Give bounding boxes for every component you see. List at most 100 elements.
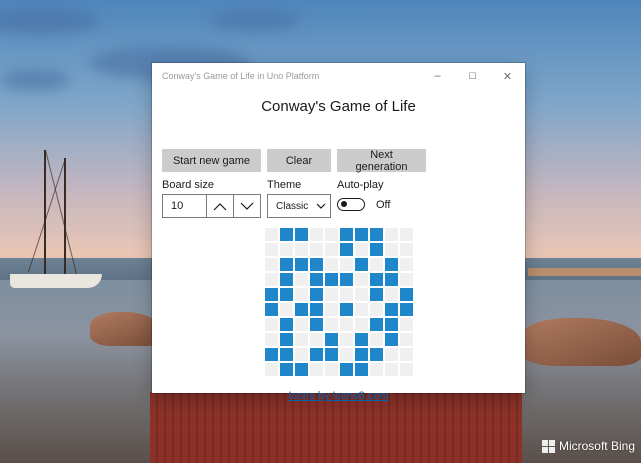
board-cell[interactable] — [309, 317, 324, 332]
board-cell[interactable] — [339, 302, 354, 317]
board-cell[interactable] — [309, 362, 324, 377]
board-cell[interactable] — [309, 272, 324, 287]
board-cell[interactable] — [324, 242, 339, 257]
board-cell[interactable] — [309, 257, 324, 272]
board-cell[interactable] — [294, 317, 309, 332]
board-cell[interactable] — [399, 362, 414, 377]
board-cell[interactable] — [264, 302, 279, 317]
board-cell[interactable] — [399, 242, 414, 257]
board-cell[interactable] — [294, 272, 309, 287]
board-cell[interactable] — [264, 362, 279, 377]
board-cell[interactable] — [339, 317, 354, 332]
board-cell[interactable] — [384, 317, 399, 332]
board-cell[interactable] — [324, 257, 339, 272]
board-cell[interactable] — [369, 332, 384, 347]
board-cell[interactable] — [369, 242, 384, 257]
board-cell[interactable] — [369, 347, 384, 362]
board-cell[interactable] — [279, 287, 294, 302]
board-cell[interactable] — [354, 227, 369, 242]
theme-dropdown[interactable]: Classic — [267, 194, 331, 218]
board-cell[interactable] — [369, 317, 384, 332]
board-cell[interactable] — [279, 302, 294, 317]
board-cell[interactable] — [264, 287, 279, 302]
board-cell[interactable] — [324, 227, 339, 242]
board-cell[interactable] — [279, 227, 294, 242]
board-cell[interactable] — [354, 317, 369, 332]
board-cell[interactable] — [339, 272, 354, 287]
board-size-input[interactable]: 10 — [163, 195, 207, 217]
board-cell[interactable] — [399, 302, 414, 317]
board-cell[interactable] — [384, 227, 399, 242]
board-cell[interactable] — [384, 257, 399, 272]
board-cell[interactable] — [294, 302, 309, 317]
board-cell[interactable] — [399, 317, 414, 332]
board-cell[interactable] — [264, 272, 279, 287]
board-cell[interactable] — [339, 287, 354, 302]
board-cell[interactable] — [384, 332, 399, 347]
board-cell[interactable] — [354, 242, 369, 257]
board-cell[interactable] — [354, 287, 369, 302]
board-cell[interactable] — [309, 242, 324, 257]
board-cell[interactable] — [279, 317, 294, 332]
board-cell[interactable] — [279, 257, 294, 272]
board-cell[interactable] — [279, 272, 294, 287]
board-cell[interactable] — [294, 362, 309, 377]
board-cell[interactable] — [279, 347, 294, 362]
board-cell[interactable] — [384, 302, 399, 317]
board-cell[interactable] — [279, 242, 294, 257]
board-cell[interactable] — [384, 272, 399, 287]
board-cell[interactable] — [339, 347, 354, 362]
board-cell[interactable] — [339, 257, 354, 272]
board-cell[interactable] — [369, 257, 384, 272]
board-cell[interactable] — [264, 242, 279, 257]
board-cell[interactable] — [294, 257, 309, 272]
board-cell[interactable] — [339, 227, 354, 242]
minimize-button[interactable]: – — [420, 63, 455, 89]
board-cell[interactable] — [339, 332, 354, 347]
board-cell[interactable] — [264, 227, 279, 242]
board-cell[interactable] — [399, 272, 414, 287]
start-new-game-button[interactable]: Start new game — [162, 149, 261, 172]
board-cell[interactable] — [324, 347, 339, 362]
increment-button[interactable] — [207, 195, 233, 217]
board-cell[interactable] — [369, 362, 384, 377]
board-cell[interactable] — [324, 332, 339, 347]
board-cell[interactable] — [369, 302, 384, 317]
board-cell[interactable] — [294, 347, 309, 362]
board-cell[interactable] — [384, 347, 399, 362]
board-cell[interactable] — [309, 332, 324, 347]
autoplay-toggle[interactable] — [337, 198, 365, 211]
next-generation-button[interactable]: Next generation — [337, 149, 426, 173]
board-cell[interactable] — [384, 287, 399, 302]
board-cell[interactable] — [369, 272, 384, 287]
board-cell[interactable] — [354, 362, 369, 377]
board-cell[interactable] — [354, 332, 369, 347]
board-cell[interactable] — [309, 227, 324, 242]
board-cell[interactable] — [399, 257, 414, 272]
board-cell[interactable] — [264, 332, 279, 347]
close-button[interactable]: ✕ — [490, 63, 525, 89]
board-cell[interactable] — [354, 272, 369, 287]
board-cell[interactable] — [264, 257, 279, 272]
board-cell[interactable] — [399, 227, 414, 242]
board-cell[interactable] — [324, 302, 339, 317]
clear-button[interactable]: Clear — [267, 149, 331, 172]
title-bar[interactable]: Conway's Game of Life in Uno Platform – … — [152, 63, 525, 89]
board-cell[interactable] — [324, 317, 339, 332]
board-cell[interactable] — [294, 242, 309, 257]
board-cell[interactable] — [309, 287, 324, 302]
board-cell[interactable] — [324, 362, 339, 377]
board-cell[interactable] — [354, 302, 369, 317]
board-cell[interactable] — [294, 227, 309, 242]
board-cell[interactable] — [279, 362, 294, 377]
board-cell[interactable] — [384, 242, 399, 257]
board-cell[interactable] — [384, 362, 399, 377]
board-cell[interactable] — [264, 347, 279, 362]
board-cell[interactable] — [399, 287, 414, 302]
board-cell[interactable] — [354, 257, 369, 272]
icons8-link[interactable]: Icons by Icons8.com — [288, 390, 388, 402]
decrement-button[interactable] — [233, 195, 260, 217]
board-cell[interactable] — [309, 347, 324, 362]
board-cell[interactable] — [339, 242, 354, 257]
maximize-button[interactable]: ☐ — [455, 63, 490, 89]
